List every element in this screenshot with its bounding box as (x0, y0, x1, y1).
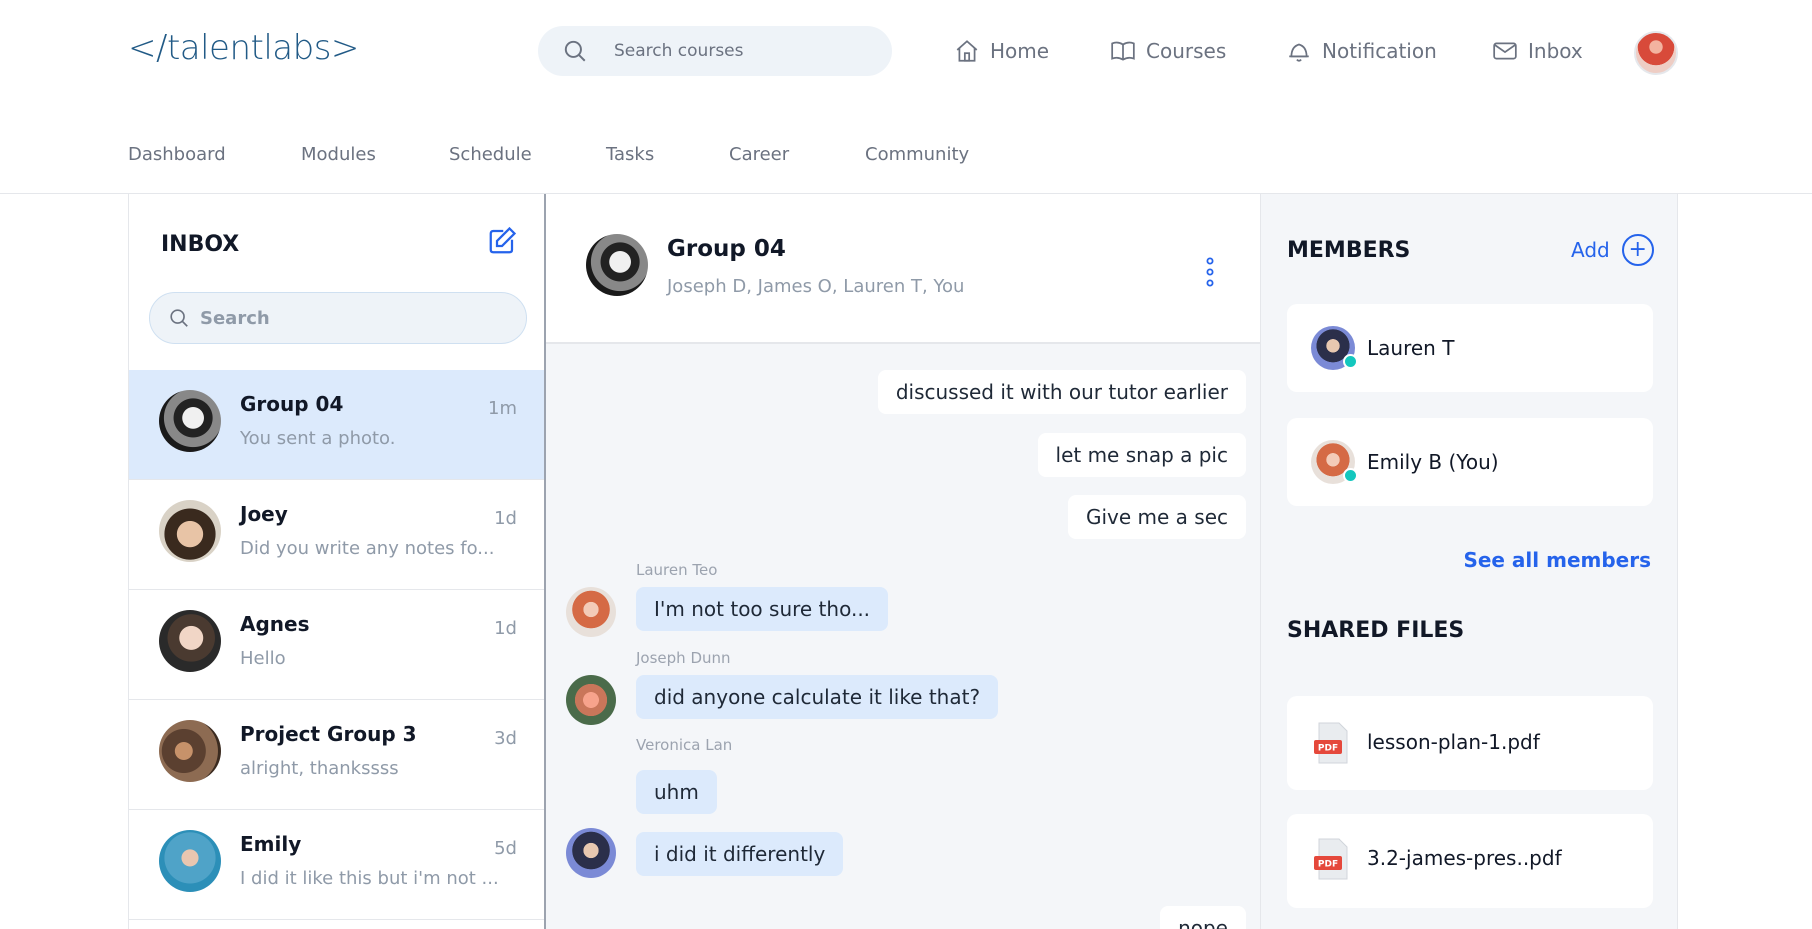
nav-notification-label: Notification (1322, 39, 1437, 63)
member-name: Lauren T (1367, 336, 1455, 360)
conversation-preview: Did you write any notes fo... (240, 538, 495, 559)
bell-icon (1289, 43, 1309, 62)
nav-inbox[interactable]: Inbox (1492, 36, 1583, 66)
online-status-dot (1343, 354, 1358, 369)
pdf-file-icon: PDF (1314, 838, 1348, 880)
search-icon (564, 40, 586, 62)
course-search-input[interactable] (614, 41, 864, 61)
member-card[interactable]: Lauren T (1287, 304, 1653, 392)
message-sender: Joseph Dunn (636, 649, 731, 667)
nav-courses-label: Courses (1146, 39, 1227, 63)
message-bubble-incoming: uhm (636, 770, 717, 814)
top-bar: </talentlabs> Home Courses Notification … (0, 0, 1812, 110)
plus-icon: + (1621, 234, 1654, 266)
shared-files-title: SHARED FILES (1287, 618, 1465, 643)
sender-avatar (566, 675, 616, 725)
conversation-avatar (159, 610, 221, 672)
inbox-search-input[interactable] (200, 307, 500, 329)
book-icon (1111, 41, 1135, 61)
file-name: 3.2-james-pres..pdf (1367, 846, 1562, 870)
message-bubble-incoming: i did it differently (636, 832, 844, 876)
compose-icon[interactable] (487, 226, 517, 256)
subnav-dashboard[interactable]: Dashboard (128, 144, 226, 165)
home-icon (956, 40, 978, 62)
see-all-members-link[interactable]: See all members (1463, 548, 1651, 572)
conversation-item[interactable]: Project Group 3 3d alright, thankssss (129, 700, 544, 810)
conversation-time: 1d (494, 618, 517, 639)
pdf-file-icon: PDF (1314, 722, 1348, 764)
add-member-label: Add (1571, 238, 1610, 262)
chat-title: Group 04 (667, 236, 786, 262)
chat-members: Joseph D, James O, Lauren T, You (667, 276, 965, 297)
message-bubble-incoming: did anyone calculate it like that? (636, 675, 999, 719)
conversation-item[interactable]: Joey 1d Did you write any notes fo... (129, 480, 544, 590)
nav-home-label: Home (990, 39, 1050, 63)
nav-inbox-label: Inbox (1528, 39, 1583, 63)
sender-avatar (566, 587, 616, 637)
online-status-dot (1343, 468, 1358, 483)
file-name: lesson-plan-1.pdf (1367, 730, 1540, 754)
conversation-item[interactable]: Emily 5d I did it like this but i'm not … (129, 810, 544, 920)
shared-file-card[interactable]: PDF lesson-plan-1.pdf (1287, 696, 1653, 790)
conversation-name: Project Group 3 (240, 722, 417, 746)
svg-text:PDF: PDF (1318, 860, 1338, 870)
members-title: MEMBERS (1287, 238, 1411, 263)
nav-notification[interactable]: Notification (1286, 36, 1437, 66)
subnav-career[interactable]: Career (729, 144, 789, 165)
message-bubble-outgoing: let me snap a pic (1037, 433, 1246, 477)
conversation-list: Group 04 1m You sent a photo. Joey 1d Di… (129, 370, 544, 920)
conversation-avatar (159, 390, 221, 452)
subnav-schedule[interactable]: Schedule (449, 144, 532, 165)
conversation-time: 3d (494, 728, 517, 749)
conversation-avatar (159, 720, 221, 782)
conversation-name: Joey (240, 502, 288, 526)
chat-panel: Group 04 Joseph D, James O, Lauren T, Yo… (546, 194, 1260, 929)
message-bubble-outgoing: Give me a sec (1067, 495, 1246, 539)
message-bubble-outgoing: discussed it with our tutor earlier (877, 370, 1246, 414)
more-options-icon[interactable] (1202, 256, 1218, 288)
member-card[interactable]: Emily B (You) (1287, 418, 1653, 506)
svg-text:PDF: PDF (1318, 744, 1338, 754)
group-avatar (586, 234, 648, 296)
conversation-time: 1d (494, 508, 517, 529)
conversation-preview: You sent a photo. (240, 428, 396, 449)
conversation-time: 1m (488, 398, 517, 419)
conversation-name: Agnes (240, 612, 310, 636)
conversation-preview: I did it like this but i'm not ... (240, 868, 499, 889)
inbox-title: INBOX (161, 232, 240, 257)
mail-icon (1493, 42, 1517, 60)
member-name: Emily B (You) (1367, 450, 1499, 474)
conversation-name: Group 04 (240, 392, 344, 416)
conversation-preview: Hello (240, 648, 286, 669)
sender-avatar (566, 828, 616, 878)
course-search-bar[interactable] (538, 26, 892, 76)
user-avatar[interactable] (1634, 31, 1678, 75)
message-bubble-incoming: I'm not too sure tho... (636, 587, 889, 631)
conversation-name: Emily (240, 832, 302, 856)
shared-file-card[interactable]: PDF 3.2-james-pres..pdf (1287, 814, 1653, 908)
conversation-time: 5d (494, 838, 517, 859)
details-panel: MEMBERS Add + Lauren T Emily B (You) See… (1260, 194, 1678, 929)
conversation-item[interactable]: Agnes 1d Hello (129, 590, 544, 700)
nav-home[interactable]: Home (954, 36, 1049, 66)
subnav-modules[interactable]: Modules (301, 144, 376, 165)
search-icon (170, 309, 188, 327)
conversation-preview: alright, thankssss (240, 758, 399, 779)
inbox-search-bar[interactable] (149, 292, 527, 344)
subnav-community[interactable]: Community (865, 144, 969, 165)
message-sender: Veronica Lan (636, 736, 733, 754)
message-bubble-outgoing: nope (1160, 906, 1246, 929)
subnav-tasks[interactable]: Tasks (606, 144, 654, 165)
message-sender: Lauren Teo (636, 561, 718, 579)
nav-courses[interactable]: Courses (1110, 36, 1226, 66)
conversation-item[interactable]: Group 04 1m You sent a photo. (129, 370, 544, 480)
conversation-avatar (159, 500, 221, 562)
chat-header: Group 04 Joseph D, James O, Lauren T, Yo… (546, 194, 1260, 344)
conversation-avatar (159, 830, 221, 892)
inbox-panel: INBOX Group 04 1m You sent a photo. Joey… (128, 194, 546, 929)
sub-navigation: Dashboard Modules Schedule Tasks Career … (0, 110, 1812, 194)
add-member-button[interactable]: Add + (1571, 234, 1654, 266)
talentlabs-logo[interactable]: </talentlabs> (128, 28, 359, 68)
